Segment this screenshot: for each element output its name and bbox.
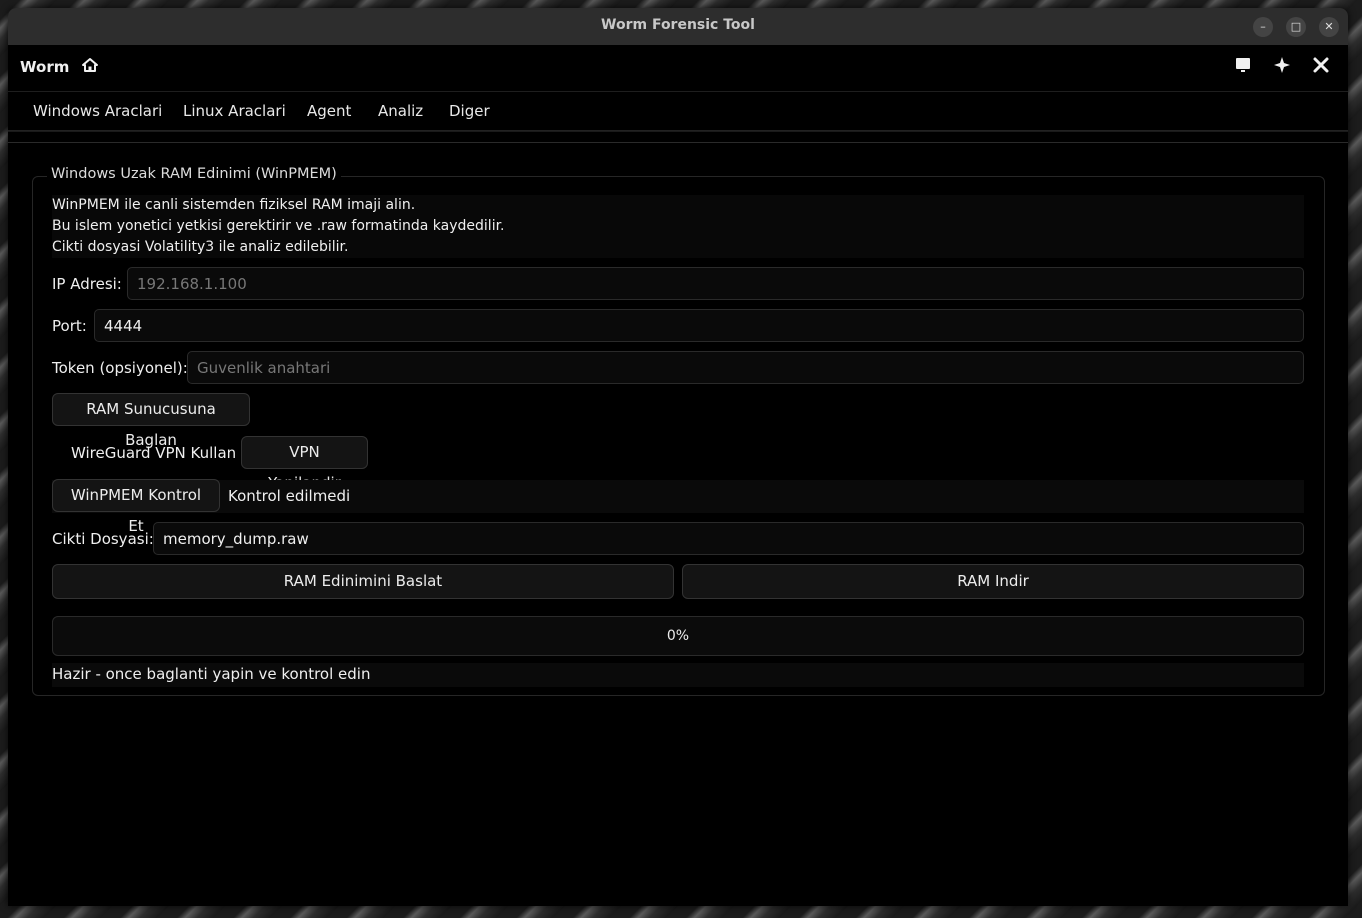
vpn-label[interactable]: WireGuard VPN Kullan: [71, 444, 236, 462]
window-title: Worm Forensic Tool: [601, 17, 755, 33]
check-status: Kontrol edilmedi: [228, 487, 351, 505]
tab-strip-divider: [8, 131, 1348, 143]
minimize-icon: –: [1260, 20, 1266, 33]
description-box: WinPMEM ile canli sistemden fiziksel RAM…: [52, 195, 1304, 258]
output-field: [153, 522, 1304, 555]
sparkle-icon[interactable]: [1271, 56, 1293, 78]
port-input[interactable]: [95, 310, 1303, 341]
description-line: WinPMEM ile canli sistemden fiziksel RAM…: [52, 197, 416, 213]
status-text: Hazir - once baglanti yapin ve kontrol e…: [52, 665, 371, 683]
close-button[interactable]: ✕: [1319, 17, 1339, 37]
maximize-button[interactable]: □: [1286, 17, 1306, 37]
progress-bar: 0%: [52, 616, 1304, 656]
port-field: [94, 309, 1304, 342]
description-line: Bu islem yonetici yetkisi gerektirir ve …: [52, 218, 505, 234]
menu-agent[interactable]: Agent: [307, 102, 351, 120]
app-name: Worm: [20, 58, 70, 76]
token-label: Token (opsiyonel):: [52, 359, 188, 377]
menu-linux-araclari[interactable]: Linux Araclari: [183, 102, 286, 120]
output-input[interactable]: [154, 523, 1303, 554]
home-icon[interactable]: [79, 56, 101, 78]
token-input[interactable]: [188, 352, 1303, 383]
title-bar: Worm Forensic Tool – □ ✕: [8, 8, 1348, 45]
ip-label: IP Adresi:: [52, 275, 122, 293]
menu-bar: Windows Araclari Linux Araclari Agent An…: [8, 92, 1348, 132]
token-field: [187, 351, 1304, 384]
menu-diger[interactable]: Diger: [449, 102, 490, 120]
app-window: Worm Forensic Tool – □ ✕ Worm Windows Ar…: [8, 8, 1348, 906]
check-winpmem-button[interactable]: WinPMEM Kontrol Et: [52, 479, 220, 535]
start-acquisition-button[interactable]: RAM Edinimini Baslat: [52, 564, 674, 599]
header-bar: Worm: [8, 45, 1348, 92]
group-title: Windows Uzak RAM Edinimi (WinPMEM): [47, 166, 341, 182]
ip-field: [127, 267, 1304, 300]
screen-icon[interactable]: [1232, 56, 1254, 78]
progress-text: 0%: [666, 628, 690, 644]
output-label: Cikti Dosyasi:: [52, 530, 154, 548]
ip-input[interactable]: [128, 268, 1303, 299]
tools-icon[interactable]: [1310, 56, 1332, 78]
description-line: Cikti dosyasi Volatility3 ile analiz edi…: [52, 239, 349, 255]
port-label: Port:: [52, 317, 87, 335]
menu-windows-araclari[interactable]: Windows Araclari: [33, 102, 162, 120]
winpmem-group: Windows Uzak RAM Edinimi (WinPMEM) WinPM…: [32, 166, 1325, 696]
download-ram-button[interactable]: RAM Indir: [682, 564, 1304, 599]
close-icon: ✕: [1324, 20, 1334, 33]
menu-analiz[interactable]: Analiz: [378, 102, 423, 120]
maximize-icon: □: [1290, 20, 1302, 33]
vpn-configure-button[interactable]: VPN Yapilandir: [241, 436, 368, 492]
minimize-button[interactable]: –: [1253, 17, 1273, 37]
connect-button[interactable]: RAM Sunucusuna Baglan: [52, 393, 250, 449]
